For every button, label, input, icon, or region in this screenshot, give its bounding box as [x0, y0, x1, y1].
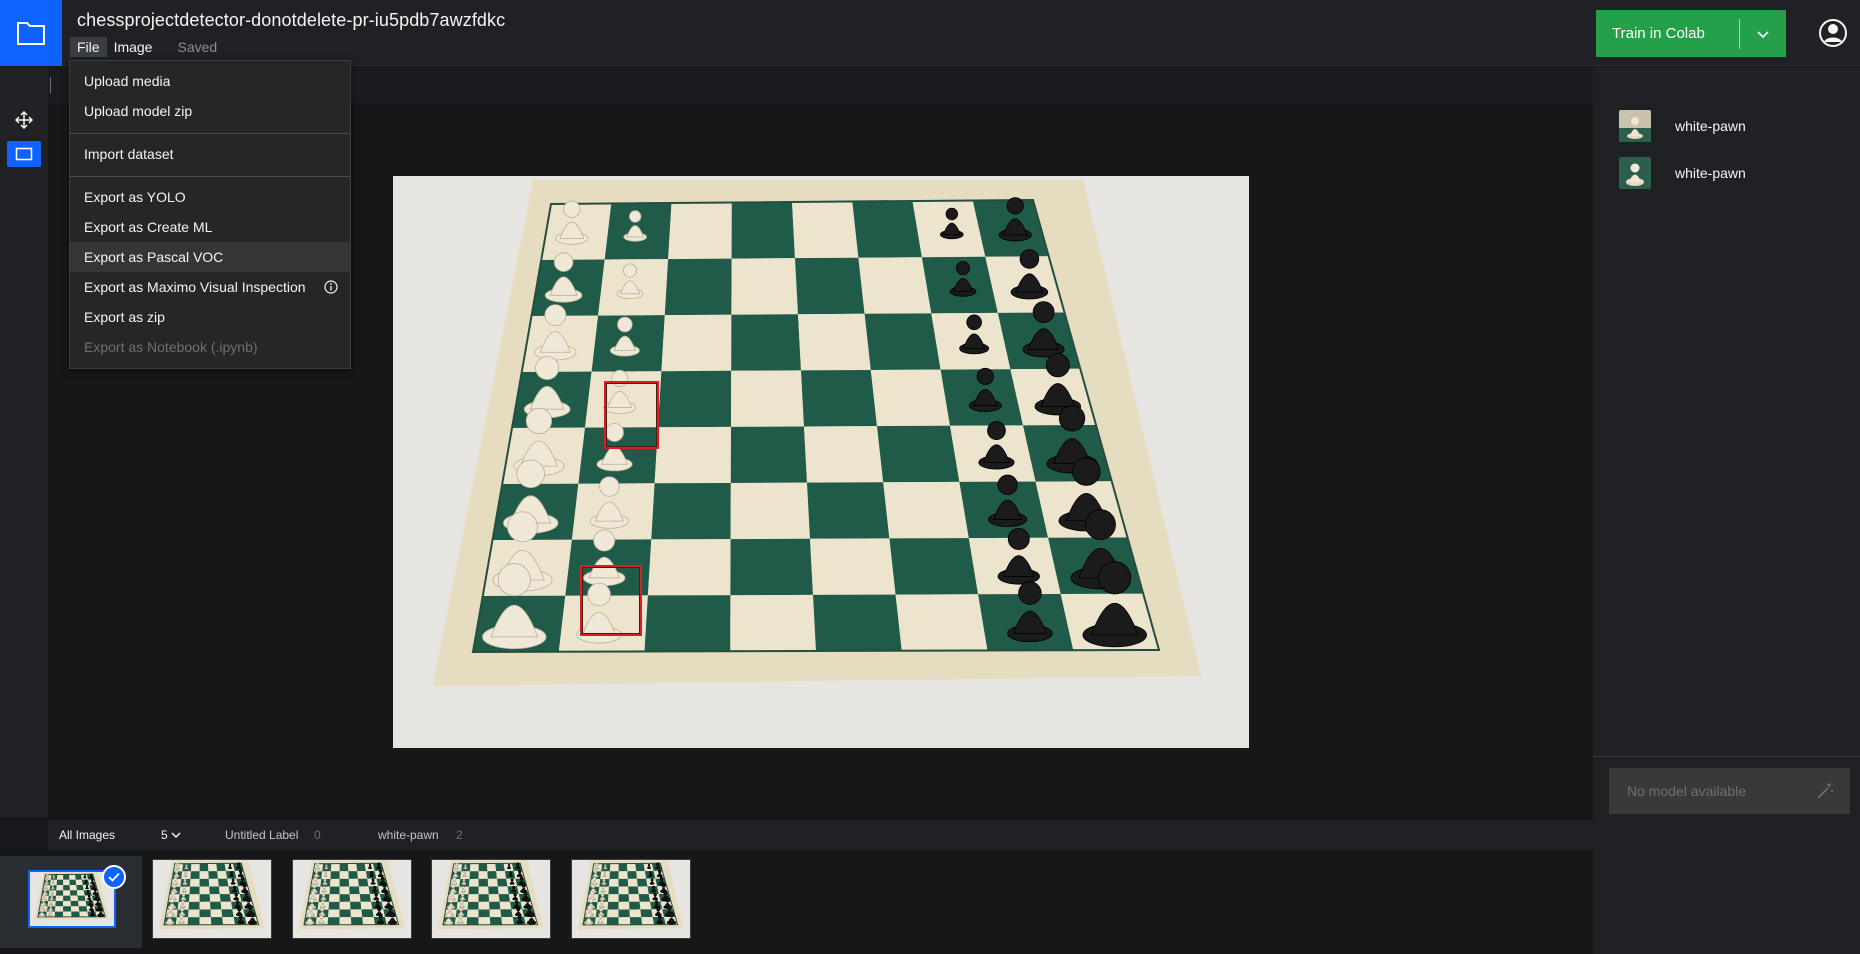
menu-export-notebook: Export as Notebook (.ipynb) [84, 339, 258, 355]
chevron-down-icon [1757, 30, 1769, 38]
chess-board-image [393, 176, 1249, 748]
label-name: white-pawn [1675, 165, 1746, 181]
white-pawn-count: 2 [456, 828, 463, 842]
bounding-box-white-pawn[interactable] [580, 565, 642, 636]
menu-bar: File Image Saved [70, 36, 217, 58]
image-thumbnail-strip [0, 850, 1593, 954]
menu-upload-model-zip[interactable]: Upload model zip [70, 96, 350, 126]
filter-white-pawn[interactable]: white-pawn [378, 828, 439, 842]
image-thumbnail[interactable] [431, 859, 551, 939]
menu-file[interactable]: File [70, 37, 107, 57]
tool-sidebar [0, 67, 48, 817]
untitled-label-count: 0 [314, 828, 321, 842]
image-count-dropdown[interactable]: 5 [161, 828, 181, 842]
label-name: white-pawn [1675, 118, 1746, 134]
app-header: chessprojectdetector-donotdelete-pr-iu5p… [0, 0, 1860, 66]
magic-wand-icon[interactable] [1816, 782, 1834, 800]
label-thumbnail [1619, 157, 1651, 189]
image-filter-bar: All Images 5 Untitled Label 0 white-pawn… [48, 820, 1593, 850]
file-menu-dropdown: Upload media Upload model zip Import dat… [69, 60, 351, 369]
move-icon [15, 111, 33, 129]
menu-import-dataset[interactable]: Import dataset [70, 139, 350, 169]
label-thumbnail [1619, 110, 1651, 142]
menu-separator [70, 133, 350, 134]
image-thumbnail[interactable] [292, 859, 412, 939]
bounding-box-icon [15, 147, 33, 161]
menu-export-zip[interactable]: Export as zip [70, 302, 350, 332]
image-thumbnail[interactable] [152, 859, 272, 939]
train-in-colab-group: Train in Colab [1596, 10, 1786, 57]
label-list-item[interactable]: white-pawn [1619, 109, 1746, 143]
filter-untitled-label[interactable]: Untitled Label [225, 828, 298, 842]
selected-checkmark [102, 865, 126, 889]
panel-divider [1593, 756, 1860, 757]
thumbnail-image [293, 860, 411, 938]
info-icon[interactable] [324, 280, 338, 294]
label-list-item[interactable]: white-pawn [1619, 156, 1746, 190]
labels-panel: white-pawn white-pawn No model available [1593, 67, 1860, 954]
image-preview[interactable] [393, 176, 1249, 748]
menu-separator [70, 176, 350, 177]
menu-upload-media[interactable]: Upload media [70, 66, 350, 96]
project-title: chessprojectdetector-donotdelete-pr-iu5p… [77, 10, 506, 30]
train-in-colab-button[interactable]: Train in Colab [1596, 25, 1739, 42]
checkmark-icon [108, 872, 120, 882]
thumbnail-image [572, 860, 690, 938]
menu-export-maximo[interactable]: Export as Maximo Visual Inspection [70, 272, 350, 302]
toolbar-divider [50, 77, 51, 93]
thumbnail-image [153, 860, 271, 938]
move-tool-button[interactable] [7, 107, 41, 133]
train-options-button[interactable] [1740, 10, 1786, 57]
thumbnail-image [30, 872, 114, 926]
bounding-box-tool-button[interactable] [7, 141, 41, 167]
menu-export-create-ml[interactable]: Export as Create ML [70, 212, 350, 242]
thumbnail-image [432, 860, 550, 938]
folder-icon [17, 22, 45, 45]
image-count: 5 [161, 828, 168, 842]
project-folder-button[interactable] [0, 0, 62, 66]
image-thumbnail[interactable] [571, 859, 691, 939]
menu-image[interactable]: Image [107, 37, 160, 57]
saved-status: Saved [177, 39, 218, 55]
menu-export-maximo-label: Export as Maximo Visual Inspection [84, 279, 306, 295]
menu-export-yolo[interactable]: Export as YOLO [70, 182, 350, 212]
model-placeholder: No model available [1627, 783, 1747, 799]
bounding-box-white-pawn[interactable] [604, 381, 659, 449]
chevron-down-icon [171, 832, 181, 839]
filter-all-images[interactable]: All Images [59, 828, 115, 842]
user-avatar-icon[interactable] [1818, 18, 1848, 48]
menu-export-pascal-voc[interactable]: Export as Pascal VOC [70, 242, 350, 272]
model-selector[interactable]: No model available [1609, 768, 1850, 814]
